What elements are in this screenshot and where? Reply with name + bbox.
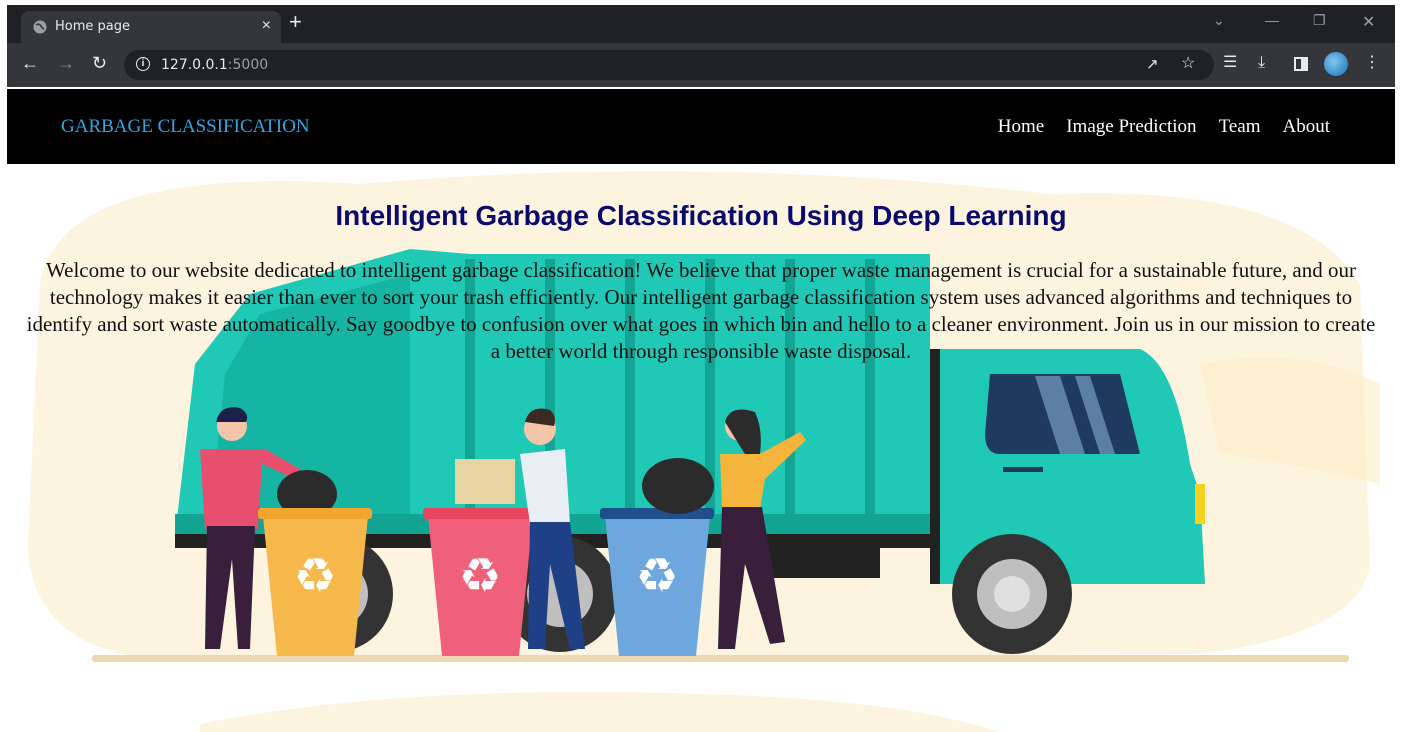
back-icon[interactable]: ← [21, 52, 39, 74]
browser-tab-bar: Home page × + ⌄ — ❐ ✕ [7, 5, 1395, 43]
media-icon[interactable]: ☰ [1223, 53, 1237, 73]
restore-icon[interactable]: ❐ [1313, 12, 1326, 29]
site-navbar: GARBAGE CLASSIFICATION Home Image Predic… [7, 89, 1395, 164]
garbage-truck-illustration: ♻ ♻ ♻ [28, 171, 1380, 732]
info-icon[interactable]: i [136, 57, 150, 71]
hero-title: Intelligent Garbage Classification Using… [335, 200, 1067, 231]
nav-team[interactable]: Team [1219, 116, 1261, 138]
sidepanel-icon[interactable] [1294, 57, 1308, 71]
svg-text:♻: ♻ [293, 548, 336, 604]
hero-description: Welcome to our website dedicated to inte… [26, 258, 1376, 363]
svg-text:♻: ♻ [458, 548, 501, 604]
close-window-icon[interactable]: ✕ [1362, 12, 1375, 32]
browser-tab[interactable]: Home page × [21, 11, 281, 43]
globe-icon [33, 20, 47, 34]
svg-text:♻: ♻ [635, 548, 678, 604]
star-icon[interactable]: ☆ [1181, 54, 1195, 74]
url-text[interactable]: 127.0.0.1:5000 [161, 57, 268, 73]
nav-image-prediction[interactable]: Image Prediction [1066, 116, 1196, 138]
menu-icon[interactable]: ⋮ [1364, 53, 1380, 73]
brand-logo[interactable]: GARBAGE CLASSIFICATION [61, 116, 310, 138]
share-icon[interactable]: ↗ [1146, 55, 1159, 75]
browser-toolbar: ← → ↻ i 127.0.0.1:5000 ↗ ☆ ☰ ⤓ ⋮ [7, 43, 1395, 87]
new-tab-button[interactable]: + [289, 10, 302, 34]
forward-icon[interactable]: → [57, 52, 75, 74]
nav-links: Home Image Prediction Team About [998, 116, 1330, 138]
tab-search-icon[interactable]: ⌄ [1213, 12, 1225, 29]
avatar[interactable] [1324, 52, 1348, 76]
reload-icon[interactable]: ↻ [92, 52, 107, 74]
minimize-icon[interactable]: — [1265, 12, 1279, 28]
tab-close-icon[interactable]: × [262, 17, 271, 35]
nav-home[interactable]: Home [998, 116, 1044, 138]
hero-section: ♻ ♻ ♻ Intelligent Garbage Classification… [0, 164, 1402, 732]
address-bar[interactable]: i 127.0.0.1:5000 ↗ ☆ [124, 50, 1214, 80]
tab-title: Home page [55, 19, 130, 34]
download-icon[interactable]: ⤓ [1258, 53, 1265, 73]
nav-about[interactable]: About [1283, 116, 1331, 138]
